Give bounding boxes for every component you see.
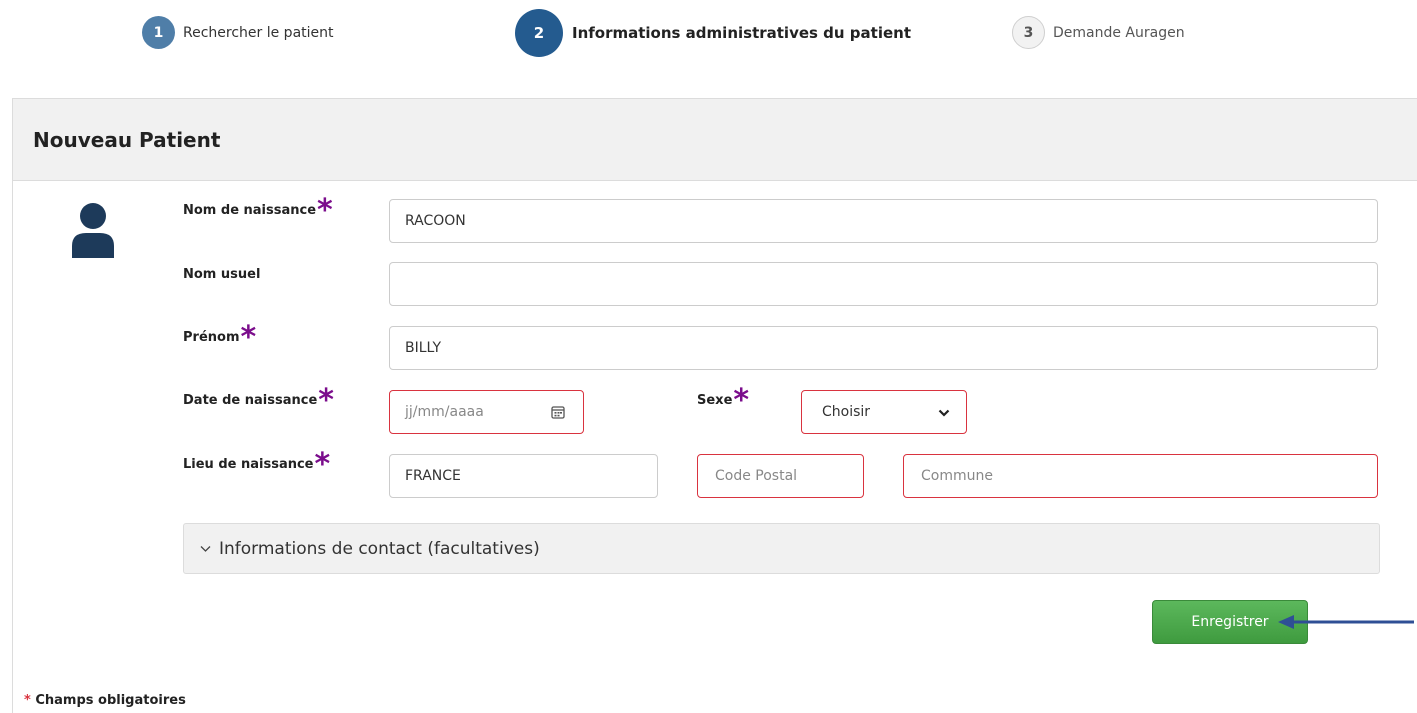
date-naissance-field[interactable]: jj/mm/aaaa bbox=[389, 390, 584, 434]
required-asterisk: * bbox=[318, 383, 334, 418]
date-naissance-label-text: Date de naissance bbox=[183, 393, 318, 408]
step-2-label: Informations administratives du patient bbox=[572, 24, 912, 42]
user-avatar-icon bbox=[72, 203, 114, 258]
sexe-label-text: Sexe bbox=[697, 393, 733, 408]
required-asterisk: * bbox=[317, 193, 333, 228]
nom-usuel-label: Nom usuel bbox=[183, 267, 261, 282]
required-asterisk: * bbox=[733, 383, 750, 418]
nom-naissance-label-text: Nom de naissance bbox=[183, 203, 317, 218]
step-2[interactable]: 2 Informations administratives du patien… bbox=[515, 9, 911, 57]
step-3-label: Demande Auragen bbox=[1053, 24, 1185, 41]
prenom-field[interactable] bbox=[389, 326, 1378, 370]
sexe-label: Sexe* bbox=[697, 386, 749, 416]
sexe-selected-value: Choisir bbox=[822, 404, 871, 420]
required-asterisk: * bbox=[240, 320, 257, 355]
prenom-label: Prénom* bbox=[183, 323, 256, 353]
step-1-number: 1 bbox=[142, 16, 175, 49]
calendar-icon[interactable] bbox=[551, 405, 565, 419]
nom-usuel-field[interactable] bbox=[389, 262, 1378, 306]
date-naissance-label: Date de naissance* bbox=[183, 386, 334, 416]
step-1-label: Rechercher le patient bbox=[183, 24, 334, 41]
step-1[interactable]: 1 Rechercher le patient bbox=[142, 16, 334, 49]
required-note-star: * bbox=[24, 693, 31, 708]
commune-input[interactable] bbox=[921, 468, 1377, 484]
nom-naissance-input[interactable] bbox=[405, 213, 1377, 229]
prenom-input[interactable] bbox=[405, 340, 1377, 356]
step-2-number: 2 bbox=[515, 9, 563, 57]
panel-header: Nouveau Patient bbox=[13, 99, 1417, 181]
required-note-text: Champs obligatoires bbox=[35, 693, 186, 708]
chevron-down-icon bbox=[938, 409, 950, 417]
lieu-naissance-label: Lieu de naissance* bbox=[183, 450, 330, 480]
step-3-number: 3 bbox=[1012, 16, 1045, 49]
accordion-label: Informations de contact (facultatives) bbox=[219, 538, 540, 559]
nom-usuel-input[interactable] bbox=[405, 276, 1377, 292]
code-postal-input[interactable] bbox=[715, 468, 863, 484]
page-title: Nouveau Patient bbox=[33, 127, 221, 152]
required-asterisk: * bbox=[314, 447, 331, 482]
contact-info-accordion[interactable]: Informations de contact (facultatives) bbox=[183, 523, 1380, 574]
sexe-select[interactable]: Choisir bbox=[801, 390, 967, 434]
pays-naissance-field[interactable] bbox=[389, 454, 658, 498]
nom-naissance-label: Nom de naissance* bbox=[183, 196, 333, 226]
prenom-label-text: Prénom bbox=[183, 330, 240, 345]
annotation-arrow-icon bbox=[1278, 615, 1414, 629]
required-fields-note: * Champs obligatoires bbox=[24, 693, 186, 708]
date-naissance-placeholder: jj/mm/aaaa bbox=[405, 404, 484, 420]
lieu-naissance-label-text: Lieu de naissance bbox=[183, 457, 314, 472]
code-postal-field[interactable] bbox=[697, 454, 864, 498]
chevron-down-icon bbox=[200, 545, 211, 552]
commune-field[interactable] bbox=[903, 454, 1378, 498]
pays-naissance-input[interactable] bbox=[405, 468, 657, 484]
step-3[interactable]: 3 Demande Auragen bbox=[1012, 16, 1185, 49]
nom-naissance-field[interactable] bbox=[389, 199, 1378, 243]
